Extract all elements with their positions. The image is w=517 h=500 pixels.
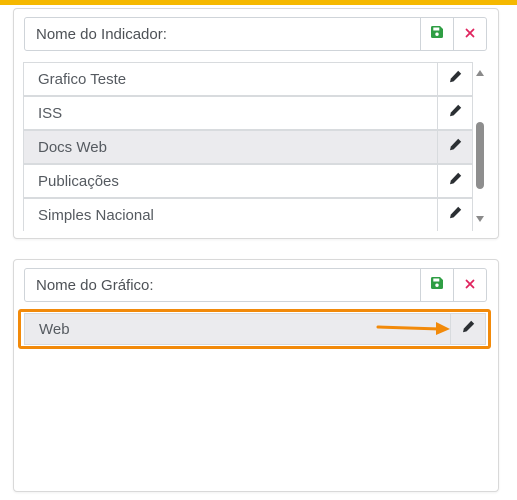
edit-button[interactable] — [437, 97, 472, 129]
indicator-list: Grafico Teste ISS Docs Web Publicações S… — [23, 62, 486, 231]
indicator-delete-button[interactable] — [453, 18, 486, 50]
edit-button[interactable] — [437, 131, 472, 163]
edit-button[interactable] — [437, 199, 472, 231]
chart-input-group — [24, 268, 487, 302]
chart-delete-button[interactable] — [453, 269, 486, 301]
scroll-down-arrow[interactable] — [476, 216, 484, 222]
chart-name-input[interactable] — [25, 269, 420, 301]
list-item[interactable]: Docs Web — [23, 130, 473, 164]
list-item-label: Publicações — [38, 172, 119, 190]
scroll-up-arrow[interactable] — [476, 70, 484, 76]
indicator-name-input[interactable] — [25, 18, 420, 50]
list-item[interactable]: ISS — [23, 96, 473, 130]
save-icon — [431, 276, 443, 294]
indicator-input-group — [24, 17, 487, 51]
top-accent-bar — [0, 0, 517, 5]
list-item-label: Grafico Teste — [38, 70, 127, 88]
pencil-icon — [449, 206, 462, 224]
list-item-label: ISS — [38, 104, 63, 122]
save-icon — [431, 25, 443, 43]
list-item-label: Docs Web — [38, 138, 107, 156]
pencil-icon — [449, 104, 462, 122]
chart-panel — [13, 259, 499, 492]
pencil-icon — [449, 138, 462, 156]
close-icon — [465, 25, 475, 43]
arrow-icon — [376, 322, 450, 335]
chart-save-button[interactable] — [420, 269, 453, 301]
list-item[interactable]: Grafico Teste — [23, 62, 473, 96]
pencil-icon — [449, 70, 462, 88]
edit-button[interactable] — [437, 165, 472, 197]
close-icon — [465, 276, 475, 294]
list-item[interactable]: Simples Nacional — [23, 198, 473, 231]
scroll-thumb[interactable] — [476, 122, 484, 189]
indicator-list-scrollbar[interactable] — [474, 62, 487, 232]
list-item[interactable]: Publicações — [23, 164, 473, 198]
indicator-save-button[interactable] — [420, 18, 453, 50]
list-item-label: Simples Nacional — [38, 206, 154, 224]
edit-button[interactable] — [437, 63, 472, 95]
pencil-icon — [449, 172, 462, 190]
